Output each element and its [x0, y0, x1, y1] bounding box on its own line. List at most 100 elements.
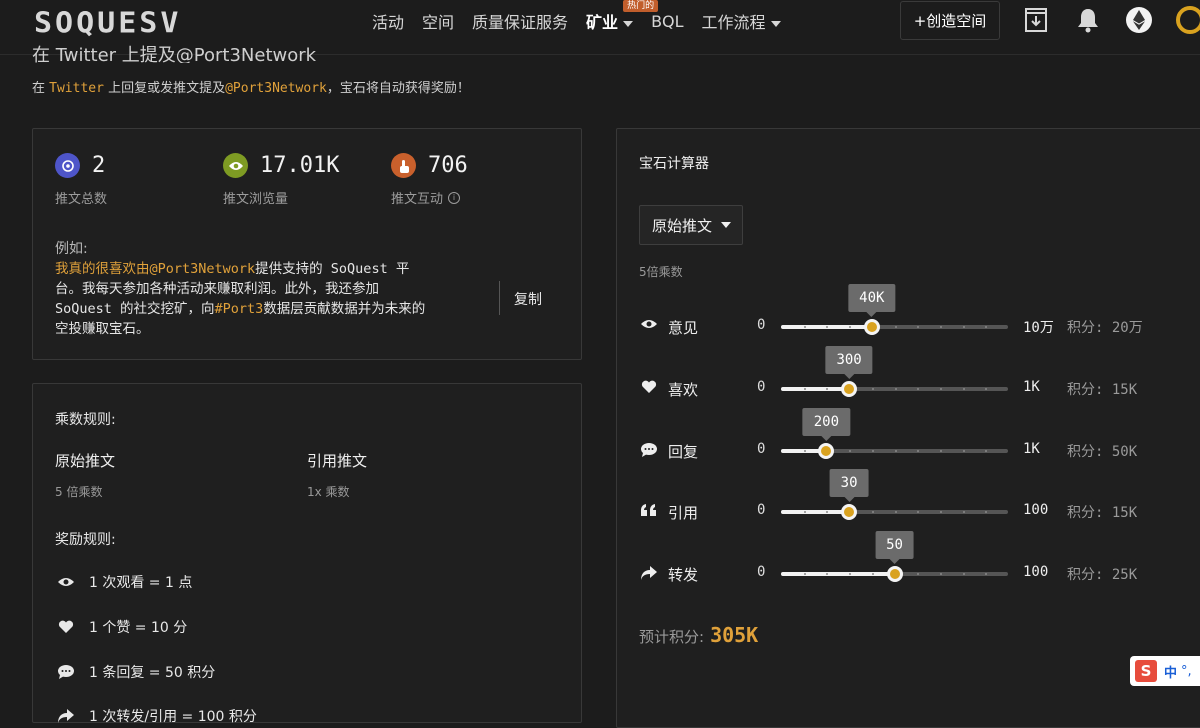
slider-row: 意见 0 40K 10万 积分: 20万	[639, 284, 1159, 337]
page-subtitle: 在 Twitter 上回复或发推文提及@Port3Network，宝石将自动获得…	[32, 77, 470, 96]
nav-item-spaces[interactable]: 空间	[422, 9, 454, 33]
example-label: 例如:	[55, 241, 88, 257]
slider-tick	[894, 388, 897, 390]
slider-tick	[871, 573, 874, 575]
rule-multiplier: 1x 乘数	[307, 485, 350, 499]
reward-row: 1 次观看 = 1 点	[55, 572, 192, 592]
slider-tick	[894, 450, 897, 452]
info-icon[interactable]: i	[448, 191, 461, 204]
rule-original-tweet: 原始推文 5 倍乘数	[55, 450, 115, 500]
nav-item-activities[interactable]: 活动	[372, 9, 404, 33]
slider-tick	[962, 388, 965, 390]
slider-thumb[interactable]	[863, 319, 880, 335]
estimate-label: 预计积分:	[639, 628, 705, 646]
avatar[interactable]	[1176, 6, 1200, 34]
slider-tick	[962, 450, 965, 452]
share-icon	[55, 708, 77, 724]
reward-rules-title: 奖励规则:	[55, 532, 116, 548]
example-highlight: 我真的很喜欢由@Port3Network	[55, 261, 256, 277]
slider-max: 10万	[1023, 320, 1054, 336]
slider-fill	[781, 572, 895, 576]
nav-label: 质量保证服务	[472, 13, 569, 32]
slider-tooltip: 50	[875, 531, 914, 564]
logo[interactable]: SOQUESV	[34, 7, 181, 40]
twitter-link[interactable]: Twitter	[49, 81, 104, 96]
slider-row: 引用 0 30 100 积分: 15K	[639, 469, 1159, 522]
reward-row: 1 条回复 = 50 积分	[55, 662, 215, 682]
slider-tick	[849, 450, 852, 452]
gem-calculator-card: 宝石计算器 原始推文 5倍乘数 意见 0 40K 10万 积分: 20万 喜欢 0 300 1K…	[616, 128, 1200, 728]
pointer-icon	[391, 153, 416, 178]
slider-tick	[939, 326, 942, 328]
slider-thumb[interactable]	[841, 504, 858, 520]
stat-value: 17.01K	[260, 153, 340, 178]
slider-track[interactable]: 30	[781, 469, 1008, 520]
slider-tooltip: 300	[825, 346, 873, 379]
slider-tick	[894, 326, 897, 328]
comment-icon	[55, 664, 77, 680]
slider-track[interactable]: 300	[781, 346, 1008, 397]
stat-total-tweets: 2 推文总数	[55, 153, 107, 207]
multiplier-rules-title: 乘数规则:	[55, 412, 116, 428]
slider-tooltip: 40K	[848, 284, 896, 317]
reward-text: 1 个赞 = 10 分	[89, 620, 188, 636]
eye-icon	[55, 576, 77, 588]
slider-score: 积分: 15K	[1067, 382, 1138, 398]
slider-tick	[962, 573, 965, 575]
slider-score: 积分: 20万	[1067, 320, 1143, 336]
tweet-type-dropdown[interactable]: 原始推文	[639, 205, 743, 245]
create-space-button[interactable]: +创造空间	[900, 1, 1000, 40]
slider-max: 1K	[1023, 441, 1040, 457]
slider-tick	[871, 511, 874, 513]
handle-link[interactable]: @Port3Network	[225, 81, 327, 96]
ime-toolbar[interactable]: S 中 °,	[1130, 656, 1200, 686]
example-hashtag: #Port3	[214, 301, 264, 317]
nav-item-qa-services[interactable]: 质量保证服务	[472, 9, 568, 33]
calculator-title: 宝石计算器	[639, 156, 709, 172]
reward-text: 1 次转发/引用 = 100 积分	[89, 709, 257, 725]
slider-score: 积分: 25K	[1067, 567, 1138, 583]
nav-label: 空间	[422, 13, 455, 32]
stat-tweet-views: 17.01K 推文浏览量	[223, 153, 339, 207]
estimate-value: 305K	[710, 623, 759, 647]
slider-fill	[781, 387, 850, 391]
divider	[499, 281, 500, 315]
slider-tick	[803, 326, 806, 328]
comment-icon	[639, 442, 659, 458]
slider-thumb[interactable]	[886, 566, 903, 582]
nav-label: 活动	[372, 13, 405, 32]
bell-icon[interactable]	[1074, 6, 1102, 34]
multiplier-label: 5倍乘数	[639, 265, 683, 279]
slider-max: 100	[1023, 564, 1049, 580]
ime-mode: 中	[1164, 665, 1178, 681]
chevron-down-icon	[623, 20, 634, 27]
slider-tick	[985, 573, 988, 575]
share-icon	[639, 565, 659, 581]
slider-track[interactable]: 50	[781, 531, 1008, 582]
chevron-down-icon	[721, 222, 732, 228]
eye-icon	[639, 318, 659, 330]
slider-min: 0	[757, 564, 766, 580]
slider-track[interactable]: 40K	[781, 284, 1008, 335]
slider-thumb[interactable]	[818, 443, 835, 459]
nav-label: 矿业	[586, 13, 619, 32]
slider-track[interactable]: 200	[781, 408, 1008, 459]
example-tweet: 例如: 我真的很喜欢由@Port3Network提供支持的 SoQuest 平台…	[55, 239, 435, 339]
ethereum-icon[interactable]	[1125, 6, 1153, 34]
nav-item-bql[interactable]: 热门的 BQL	[623, 0, 684, 31]
sogou-icon: S	[1135, 660, 1157, 682]
nav-item-mining[interactable]: 矿业	[586, 9, 634, 33]
nav-item-workflow[interactable]: 工作流程	[702, 9, 781, 33]
slider-thumb[interactable]	[841, 381, 858, 397]
page-title: 在 Twitter 上提及@Port3Network	[32, 45, 317, 63]
slider-row: 转发 0 50 100 积分: 25K	[639, 531, 1159, 584]
slider-tick	[985, 511, 988, 513]
copy-button[interactable]: 复制	[514, 289, 542, 309]
slider-label: 转发	[668, 566, 699, 584]
slider-max: 100	[1023, 502, 1049, 518]
dropdown-value: 原始推文	[652, 216, 713, 235]
stat-value: 706	[428, 153, 468, 178]
download-icon[interactable]	[1022, 6, 1050, 34]
slider-label: 回复	[668, 443, 699, 461]
slider-tick	[939, 388, 942, 390]
